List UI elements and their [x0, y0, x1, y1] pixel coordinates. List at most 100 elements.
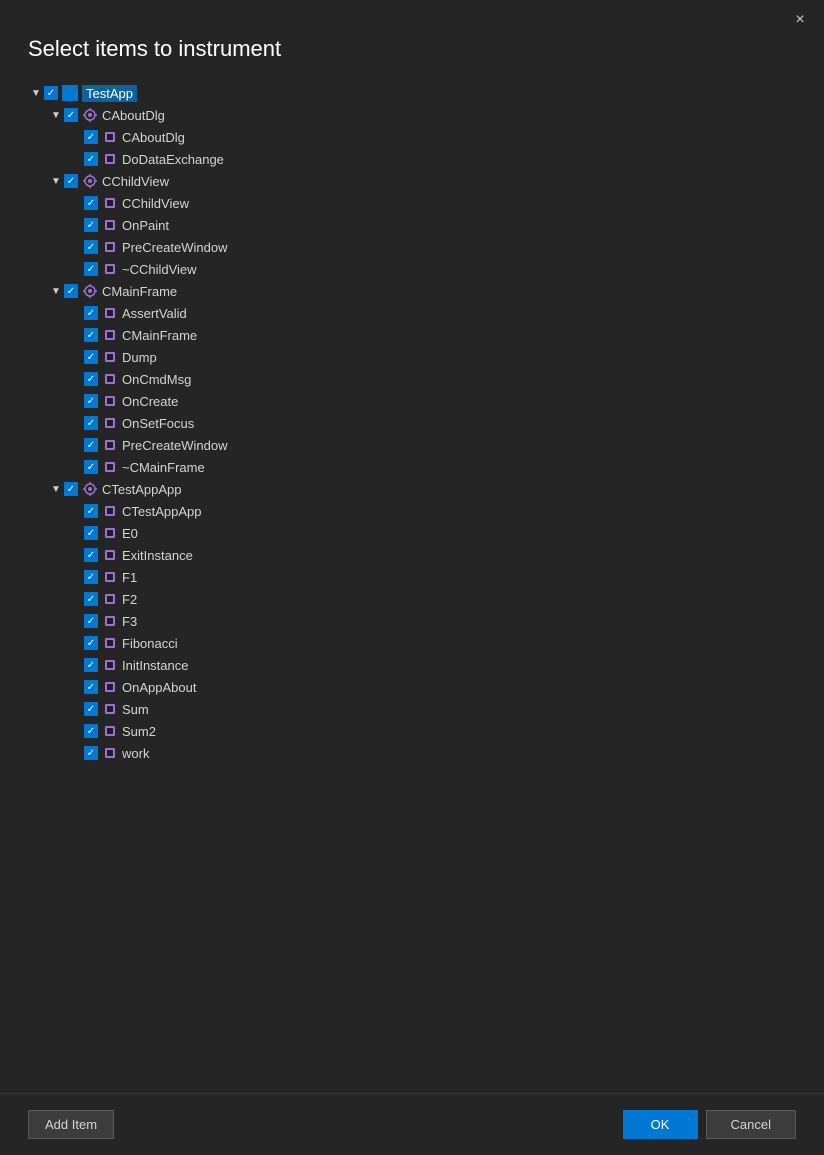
tree-row-dodataexchange[interactable]: DoDataExchange — [68, 148, 808, 170]
cb-onsetfocus[interactable] — [84, 416, 98, 430]
checkbox-caboutdlg[interactable] — [64, 108, 78, 122]
cb-ctestappapp-ctor[interactable] — [84, 504, 98, 518]
expand-arrow-cmainframe[interactable] — [48, 283, 64, 299]
label-exitinstance: ExitInstance — [122, 548, 193, 563]
tree-row-precreatewindow-mf[interactable]: PreCreateWindow — [68, 434, 808, 456]
cb-f3[interactable] — [84, 614, 98, 628]
cb-cmainframe[interactable] — [64, 284, 78, 298]
tree-container[interactable]: TestApp CAboutDlg — [0, 78, 808, 1093]
cb-initinstance[interactable] — [84, 658, 98, 672]
tree-row-testapp[interactable]: TestApp — [28, 82, 808, 104]
label-onpaint: OnPaint — [122, 218, 169, 233]
tree-row-ctestappapp-ctor[interactable]: CTestAppApp — [68, 500, 808, 522]
tree-row-onsetfocus[interactable]: OnSetFocus — [68, 412, 808, 434]
expand-arrow-cchildview[interactable] — [48, 173, 64, 189]
checkbox-dodataexchange[interactable] — [84, 152, 98, 166]
ea-e4 — [68, 261, 84, 277]
cb-precreatewindow-cv[interactable] — [84, 240, 98, 254]
ea-g1 — [68, 503, 84, 519]
tree-row-sum[interactable]: Sum — [68, 698, 808, 720]
cb-oncreate[interactable] — [84, 394, 98, 408]
expand-arrow-ctestappapp[interactable] — [48, 481, 64, 497]
tree-row-onpaint[interactable]: OnPaint — [68, 214, 808, 236]
cb-dtor-cchildview[interactable] — [84, 262, 98, 276]
add-item-button[interactable]: Add Item — [28, 1110, 114, 1139]
cb-sum2[interactable] — [84, 724, 98, 738]
tree-row-sum2[interactable]: Sum2 — [68, 720, 808, 742]
cb-exitinstance[interactable] — [84, 548, 98, 562]
dialog: × Select items to instrument TestApp — [0, 0, 824, 1155]
dialog-title: Select items to instrument — [0, 32, 824, 78]
tree-row-onappabout[interactable]: OnAppAbout — [68, 676, 808, 698]
tree-row-caboutdlg[interactable]: CAboutDlg — [48, 104, 808, 126]
tree-row-caboutdlg-ctor[interactable]: CAboutDlg — [68, 126, 808, 148]
label-caboutdlg-ctor: CAboutDlg — [122, 130, 185, 145]
tree-row-work[interactable]: work — [68, 742, 808, 764]
tree-row-initinstance[interactable]: InitInstance — [68, 654, 808, 676]
ea-f7 — [68, 437, 84, 453]
ea-f8 — [68, 459, 84, 475]
cb-onappabout[interactable] — [84, 680, 98, 694]
expand-arrow-testapp[interactable] — [28, 85, 44, 101]
tree-row-precreatewindow-cv[interactable]: PreCreateWindow — [68, 236, 808, 258]
expand-arrow-caboutdlg[interactable] — [48, 107, 64, 123]
tree-row-ctestappapp[interactable]: CTestAppApp — [48, 478, 808, 500]
tree-row-cchildview[interactable]: CChildView — [48, 170, 808, 192]
ea-e2 — [68, 217, 84, 233]
cb-cmainframe-ctor[interactable] — [84, 328, 98, 342]
tree-row-assertvalid[interactable]: AssertValid — [68, 302, 808, 324]
cb-fibonacci[interactable] — [84, 636, 98, 650]
ea-f2 — [68, 327, 84, 343]
ok-button[interactable]: OK — [623, 1110, 698, 1139]
ea-e1 — [68, 195, 84, 211]
cb-f1[interactable] — [84, 570, 98, 584]
cb-assertvalid[interactable] — [84, 306, 98, 320]
class-icon-cchildview — [82, 173, 98, 189]
tree-row-dtor-cmainframe[interactable]: ~CMainFrame — [68, 456, 808, 478]
tree-row-dtor-cchildview[interactable]: ~CChildView — [68, 258, 808, 280]
label-testapp: TestApp — [82, 85, 137, 102]
mi-g11 — [102, 723, 118, 739]
checkbox-cchildview[interactable] — [64, 174, 78, 188]
checkbox-caboutdlg-ctor[interactable] — [84, 130, 98, 144]
mi-f1 — [102, 305, 118, 321]
tree-row-oncreate[interactable]: OnCreate — [68, 390, 808, 412]
cb-work[interactable] — [84, 746, 98, 760]
ea-g10 — [68, 701, 84, 717]
cb-sum[interactable] — [84, 702, 98, 716]
mi-g12 — [102, 745, 118, 761]
tree-row-f1[interactable]: F1 — [68, 566, 808, 588]
cb-oncmdmsg[interactable] — [84, 372, 98, 386]
cb-ctestappapp[interactable] — [64, 482, 78, 496]
tree-row-oncmdmsg[interactable]: OnCmdMsg — [68, 368, 808, 390]
mi-f2 — [102, 327, 118, 343]
mi-f8 — [102, 459, 118, 475]
ea-g7 — [68, 635, 84, 651]
mi-e3 — [102, 239, 118, 255]
cb-e0[interactable] — [84, 526, 98, 540]
label-fibonacci: Fibonacci — [122, 636, 178, 651]
tree-row-cchildview-ctor[interactable]: CChildView — [68, 192, 808, 214]
cb-dump[interactable] — [84, 350, 98, 364]
mi-g3 — [102, 547, 118, 563]
tree-row-f2[interactable]: F2 — [68, 588, 808, 610]
checkbox-testapp[interactable] — [44, 86, 58, 100]
ea-g12 — [68, 745, 84, 761]
tree-row-e0[interactable]: E0 — [68, 522, 808, 544]
label-dump: Dump — [122, 350, 157, 365]
cb-dtor-cmainframe[interactable] — [84, 460, 98, 474]
tree-row-fibonacci[interactable]: Fibonacci — [68, 632, 808, 654]
tree-row-cmainframe[interactable]: CMainFrame — [48, 280, 808, 302]
cb-precreatewindow-mf[interactable] — [84, 438, 98, 452]
tree-row-f3[interactable]: F3 — [68, 610, 808, 632]
cb-onpaint[interactable] — [84, 218, 98, 232]
tree-row-dump[interactable]: Dump — [68, 346, 808, 368]
close-button[interactable]: × — [788, 8, 812, 32]
tree-row-cmainframe-ctor[interactable]: CMainFrame — [68, 324, 808, 346]
ea-g6 — [68, 613, 84, 629]
tree-row-exitinstance[interactable]: ExitInstance — [68, 544, 808, 566]
cancel-button[interactable]: Cancel — [706, 1110, 796, 1139]
cb-cchildview-ctor[interactable] — [84, 196, 98, 210]
cb-f2[interactable] — [84, 592, 98, 606]
label-onsetfocus: OnSetFocus — [122, 416, 194, 431]
